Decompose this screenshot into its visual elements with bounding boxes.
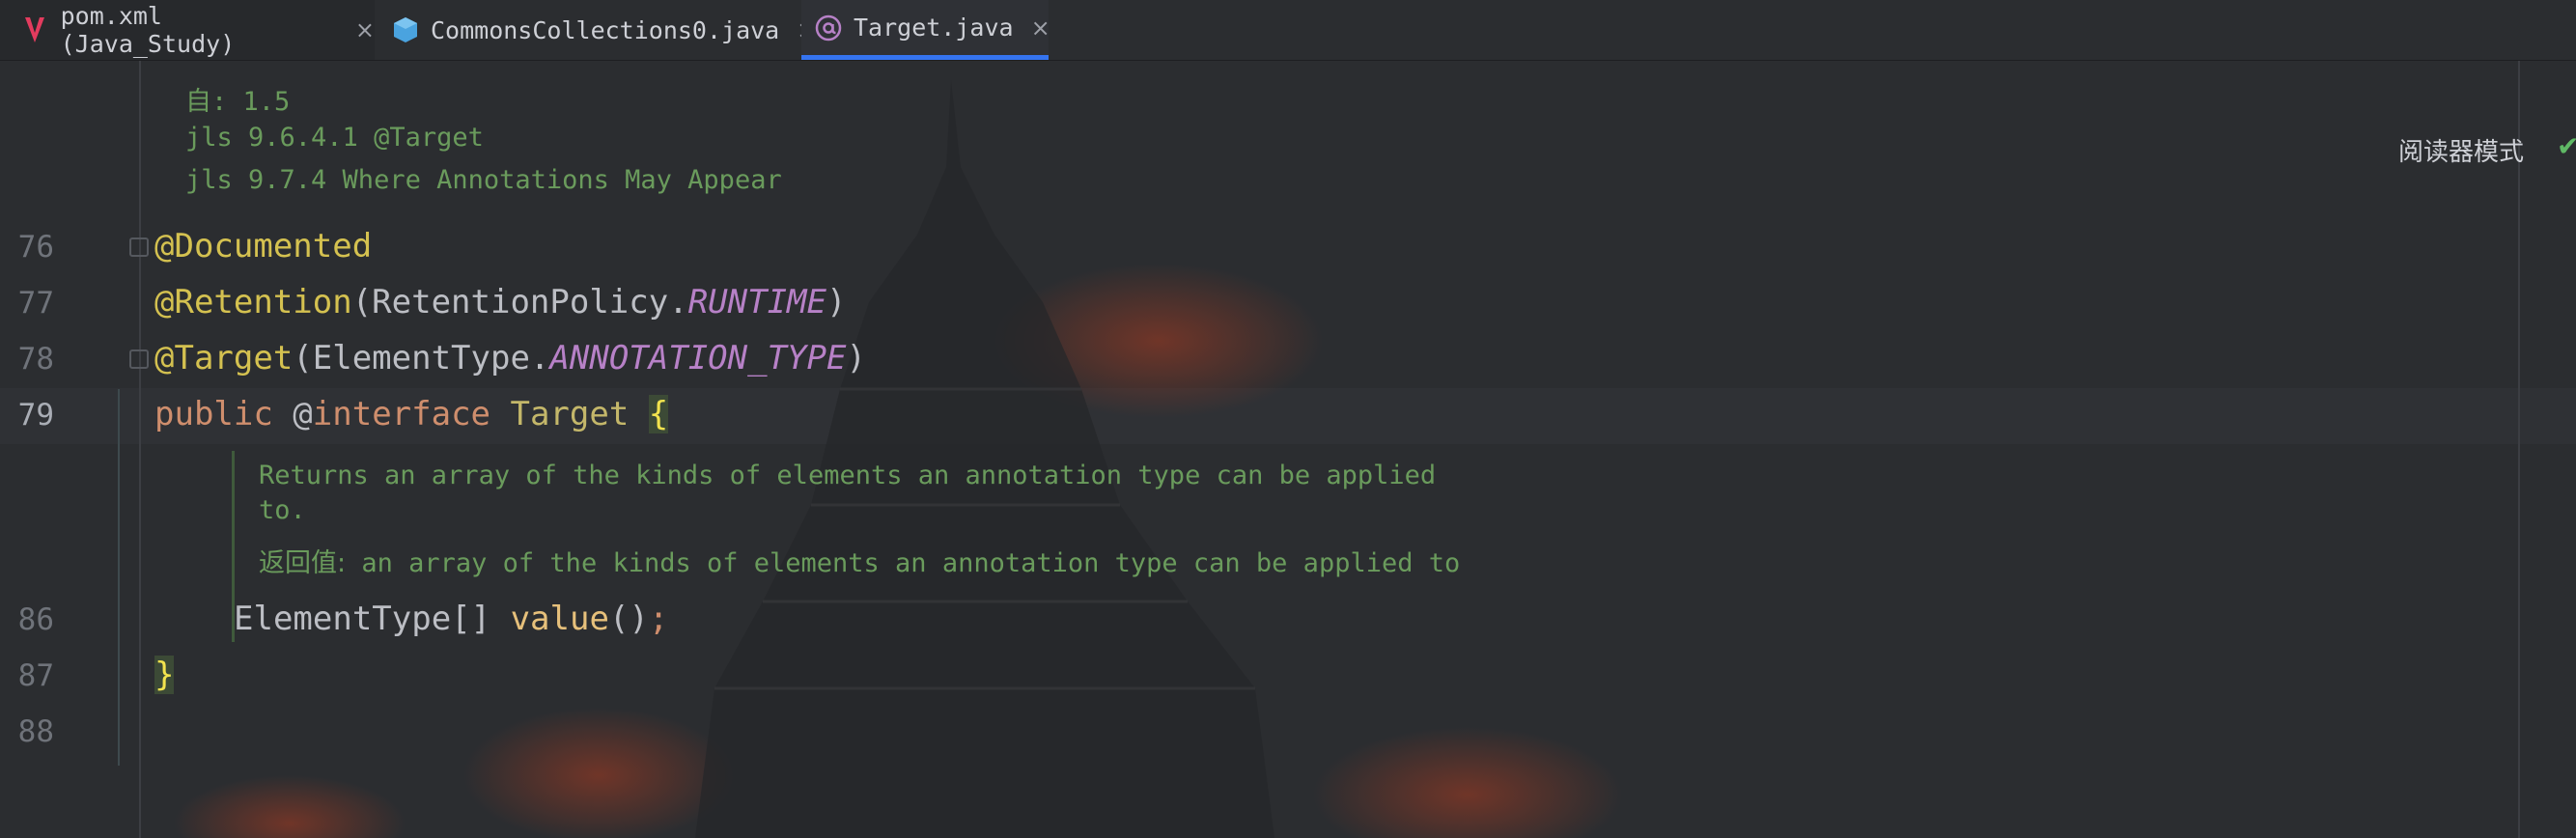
tab-commons-collections[interactable]: CommonsCollections0.java ×: [377, 0, 816, 60]
code-line-86: ElementType[] value();: [234, 600, 669, 638]
close-icon[interactable]: ×: [355, 16, 375, 43]
doc-returns: 返回值: an array of the kinds of elements a…: [259, 548, 1461, 578]
gutter-divider: [139, 61, 141, 838]
code-line-87: }: [154, 656, 175, 694]
annotation-icon: [815, 14, 842, 42]
line-number: 88: [17, 714, 54, 749]
doc-since: 自: 1.5: [185, 87, 291, 117]
tab-label: CommonsCollections0.java: [431, 15, 780, 44]
line-number-current: 79: [17, 398, 54, 433]
doc-jls-1: jls 9.6.4.1 @Target: [185, 123, 484, 153]
code-line-77: @Retention(RetentionPolicy.RUNTIME): [154, 283, 847, 321]
tab-pom-xml[interactable]: pom.xml (Java_Study) ×: [0, 0, 375, 60]
line-number: 76: [17, 230, 54, 265]
right-margin-line: [2518, 61, 2520, 838]
tab-label: Target.java: [854, 14, 1014, 42]
line-number: 78: [17, 342, 54, 377]
reader-mode-button[interactable]: 阅读器模式: [2398, 132, 2524, 168]
fold-marker-icon[interactable]: [129, 237, 149, 257]
doc-jls-2: jls 9.7.4 Where Annotations May Appear: [185, 165, 782, 195]
editor-tab-bar: pom.xml (Java_Study) × CommonsCollection…: [0, 0, 2576, 61]
fold-marker-icon[interactable]: [129, 349, 149, 369]
doc-description-line-2: to.: [259, 495, 306, 525]
line-number: 77: [17, 286, 54, 321]
line-number: 87: [17, 658, 54, 693]
code-line-79: public @interface Target {: [154, 395, 669, 433]
indent-guide: [118, 389, 120, 766]
check-icon[interactable]: ✔: [2557, 130, 2576, 162]
code-editor[interactable]: 自: 1.5 jls 9.6.4.1 @Target jls 9.7.4 Whe…: [0, 61, 2576, 838]
java-class-icon: [392, 15, 419, 44]
code-line-78: @Target(ElementType.ANNOTATION_TYPE): [154, 339, 866, 377]
tab-label: pom.xml (Java_Study): [60, 2, 236, 58]
more-options-icon[interactable]: ⋮: [2564, 14, 2576, 45]
line-number: 86: [17, 602, 54, 637]
code-line-76: @Documented: [154, 227, 373, 265]
close-icon[interactable]: ×: [1031, 14, 1050, 42]
tab-target-java[interactable]: Target.java ×: [801, 0, 1050, 60]
doc-description-line-1: Returns an array of the kinds of element…: [259, 461, 1437, 490]
maven-icon: [21, 15, 49, 44]
